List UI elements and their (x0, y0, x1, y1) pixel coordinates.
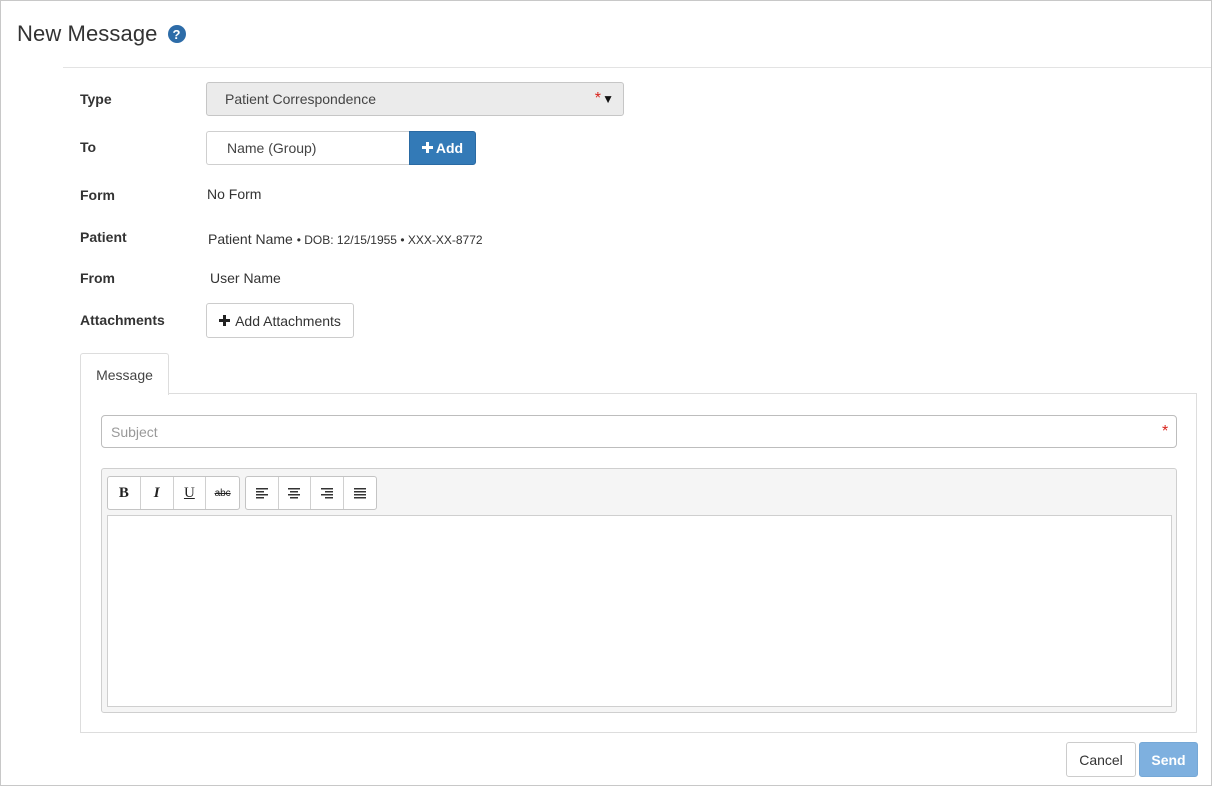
header: New Message ? (17, 21, 186, 47)
format-toolbar-group: B I U abc (107, 476, 240, 510)
type-selected-value: Patient Correspondence (225, 91, 376, 107)
cancel-button[interactable]: Cancel (1066, 742, 1136, 777)
bold-button[interactable]: B (108, 477, 141, 509)
patient-info: Patient Name • DOB: 12/15/1955 • XXX-XX-… (208, 231, 483, 247)
align-left-button[interactable] (246, 477, 279, 509)
to-input[interactable] (206, 131, 410, 165)
plus-icon (421, 140, 433, 157)
type-label: Type (80, 91, 112, 107)
align-toolbar-group (245, 476, 377, 510)
message-body-editor[interactable] (107, 515, 1172, 707)
underline-button[interactable]: U (174, 477, 207, 509)
required-star-icon: * (1162, 423, 1169, 440)
align-center-button[interactable] (279, 477, 311, 509)
tab-message[interactable]: Message (80, 353, 169, 395)
align-justify-button[interactable] (344, 477, 376, 509)
patient-label: Patient (80, 229, 127, 245)
new-message-window: New Message ? Type Patient Correspondenc… (0, 0, 1212, 786)
add-attachments-button[interactable]: Add Attachments (206, 303, 354, 338)
add-recipient-label: Add (435, 140, 464, 156)
page-title: New Message (17, 21, 158, 46)
form-label: Form (80, 187, 115, 203)
add-recipient-button[interactable]: Add (409, 131, 476, 165)
header-divider (63, 67, 1211, 68)
align-right-button[interactable] (311, 477, 344, 509)
form-value: No Form (207, 186, 262, 202)
help-icon[interactable]: ? (167, 25, 186, 43)
italic-button[interactable]: I (141, 477, 174, 509)
attachments-label: Attachments (80, 312, 165, 328)
align-left-icon (255, 487, 268, 498)
required-star-icon: * (594, 90, 601, 107)
strikethrough-button[interactable]: abc (206, 477, 239, 509)
patient-name: Patient Name (208, 231, 293, 247)
send-button[interactable]: Send (1139, 742, 1198, 777)
from-value: User Name (210, 270, 281, 286)
align-center-icon (288, 487, 301, 498)
align-right-icon (320, 487, 333, 498)
type-select[interactable]: Patient Correspondence * ▼ (206, 82, 624, 116)
add-attachments-label: Add Attachments (235, 312, 341, 329)
rich-text-editor: B I U abc (101, 468, 1177, 713)
to-label: To (80, 139, 97, 155)
from-label: From (80, 270, 115, 286)
patient-details: • DOB: 12/15/1955 • XXX-XX-8772 (296, 233, 483, 247)
plus-icon (219, 313, 231, 329)
subject-input[interactable] (101, 415, 1177, 448)
caret-down-icon: ▼ (602, 92, 614, 106)
align-justify-icon (353, 487, 366, 498)
